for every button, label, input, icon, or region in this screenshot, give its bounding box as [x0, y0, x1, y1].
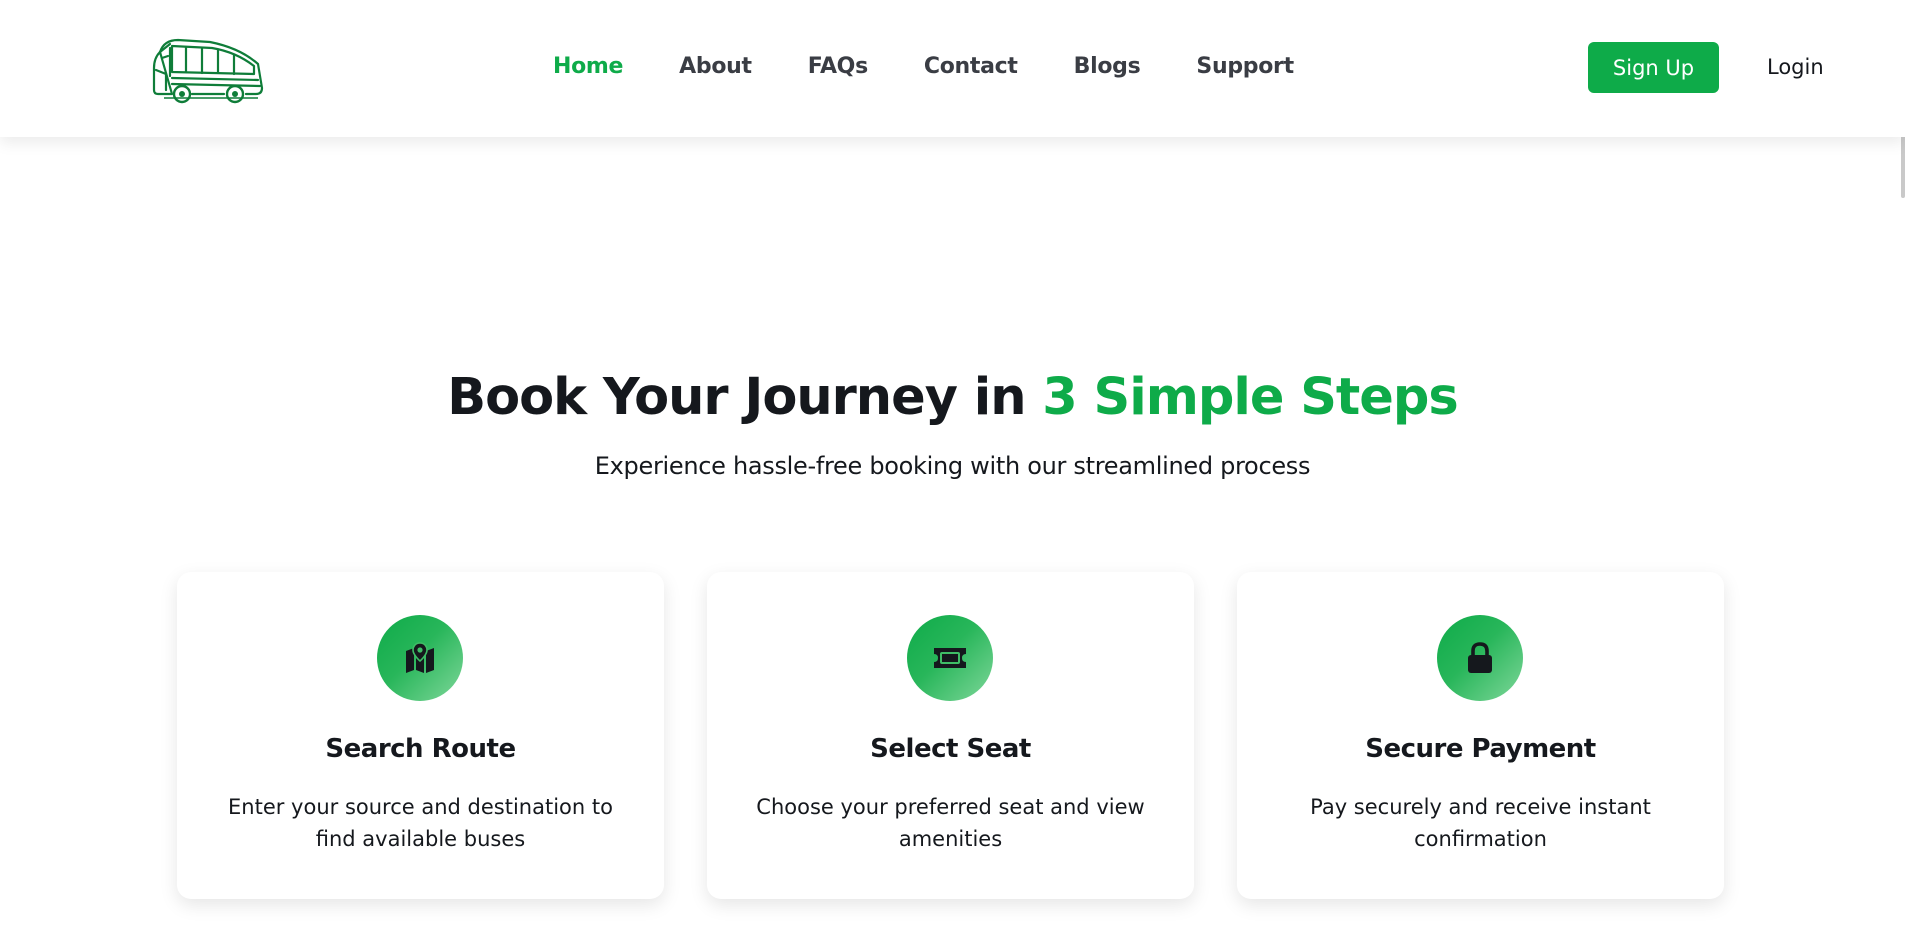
step-title: Secure Payment [1365, 734, 1596, 764]
main-nav: Home About FAQs Contact Blogs Support [553, 52, 1350, 82]
login-link[interactable]: Login [1767, 52, 1824, 82]
nav-about-link[interactable]: About [679, 52, 752, 82]
navbar: Home About FAQs Contact Blogs Support Si… [0, 0, 1905, 137]
step-title: Select Seat [870, 734, 1031, 764]
step-card-secure-payment: Secure Payment Pay securely and receive … [1237, 572, 1724, 899]
step-description: Choose your preferred seat and view amen… [756, 795, 1145, 851]
step-card-search-route: Search Route Enter your source and desti… [177, 572, 664, 899]
hero-subtitle: Experience hassle-free booking with our … [594, 452, 1311, 480]
hero-title: Book Your Journey in 3 Simple Steps [0, 366, 1905, 430]
map-location-icon [377, 615, 463, 701]
nav-faqs-link[interactable]: FAQs [808, 52, 868, 82]
nav-home-link[interactable]: Home [553, 52, 623, 82]
nav-contact-link[interactable]: Contact [924, 52, 1018, 82]
lock-icon [1437, 615, 1523, 701]
bus-logo-icon[interactable] [150, 34, 268, 104]
step-card-select-seat: Select Seat Choose your preferred seat a… [707, 572, 1194, 899]
ticket-icon [907, 615, 993, 701]
step-description: Enter your source and destination to fin… [228, 795, 613, 851]
sign-up-button[interactable]: Sign Up [1588, 42, 1719, 93]
hero-title-main: Book Your Journey in [447, 368, 1043, 427]
nav-support-link[interactable]: Support [1196, 52, 1294, 82]
hero-title-accent: 3 Simple Steps [1042, 368, 1458, 427]
step-description: Pay securely and receive instant confirm… [1310, 795, 1651, 851]
step-title: Search Route [325, 734, 516, 764]
nav-blogs-link[interactable]: Blogs [1074, 52, 1141, 82]
